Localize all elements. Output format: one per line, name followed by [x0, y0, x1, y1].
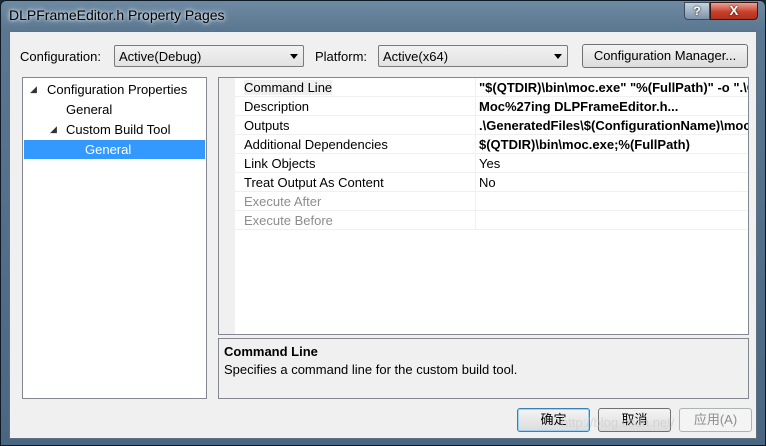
- column-divider: [475, 78, 476, 97]
- property-tree[interactable]: ◢ Configuration Properties General ◢ Cus…: [22, 77, 207, 399]
- property-row[interactable]: Execute After: [235, 192, 748, 211]
- property-name: Execute After: [244, 194, 322, 209]
- property-value[interactable]: .\GeneratedFiles\$(ConfigurationName)\mo…: [479, 118, 748, 133]
- property-name: Treat Output As Content: [244, 175, 384, 190]
- configuration-manager-button[interactable]: Configuration Manager...: [582, 44, 748, 68]
- property-value[interactable]: "$(QTDIR)\bin\moc.exe" "%(FullPath)" -o …: [479, 80, 748, 95]
- platform-label: Platform:: [315, 49, 368, 64]
- title-bar[interactable]: DLPFrameEditor.h Property Pages ? X: [1, 1, 765, 31]
- property-row[interactable]: Description Moc%27ing DLPFrameEditor.h..…: [235, 97, 748, 116]
- grid-gutter: [219, 78, 235, 334]
- tree-item-custom-build-tool[interactable]: ◢ Custom Build Tool: [23, 120, 206, 139]
- property-name: Additional Dependencies: [244, 137, 388, 152]
- property-row[interactable]: Link Objects Yes: [235, 154, 748, 173]
- property-value[interactable]: $(QTDIR)\bin\moc.exe;%(FullPath): [479, 137, 690, 152]
- tree-item-label: General: [85, 142, 132, 157]
- chevron-down-icon: [290, 54, 298, 59]
- property-row[interactable]: Execute Before: [235, 211, 748, 230]
- tree-item-configuration-properties[interactable]: ◢ Configuration Properties: [23, 80, 206, 99]
- property-grid[interactable]: Command Line "$(QTDIR)\bin\moc.exe" "%(F…: [218, 77, 749, 335]
- tree-item-label: Configuration Properties: [47, 82, 188, 97]
- column-divider: [475, 116, 476, 135]
- tree-item-label: Custom Build Tool: [66, 122, 171, 137]
- description-text: Specifies a command line for the custom …: [224, 362, 518, 377]
- property-row[interactable]: Additional Dependencies $(QTDIR)\bin\moc…: [235, 135, 748, 154]
- configuration-label: Configuration:: [20, 49, 101, 64]
- platform-dropdown[interactable]: Active(x64): [378, 45, 568, 67]
- tree-item-general[interactable]: General: [23, 100, 206, 119]
- property-value[interactable]: Yes: [479, 156, 500, 171]
- column-divider: [475, 154, 476, 173]
- property-row[interactable]: Command Line "$(QTDIR)\bin\moc.exe" "%(F…: [235, 78, 748, 97]
- property-value[interactable]: Moc%27ing DLPFrameEditor.h...: [479, 99, 678, 114]
- help-button[interactable]: ?: [684, 2, 710, 20]
- platform-value: Active(x64): [383, 49, 449, 64]
- close-button[interactable]: X: [710, 2, 758, 20]
- description-panel: Command Line Specifies a command line fo…: [218, 338, 749, 399]
- column-divider: [475, 192, 476, 211]
- chevron-down-icon: [554, 54, 562, 59]
- property-row[interactable]: Treat Output As Content No: [235, 173, 748, 192]
- property-name: Execute Before: [244, 213, 333, 228]
- window-title: DLPFrameEditor.h Property Pages: [9, 7, 225, 23]
- property-name: Command Line: [244, 80, 333, 95]
- expander-triangle-icon[interactable]: ◢: [30, 80, 37, 99]
- tree-item-label: General: [66, 102, 113, 117]
- column-divider: [475, 173, 476, 192]
- property-name: Outputs: [244, 118, 290, 133]
- apply-button[interactable]: 应用(A): [679, 408, 752, 432]
- property-name: Description: [244, 99, 310, 114]
- tree-item-custom-build-general[interactable]: General: [24, 140, 205, 159]
- description-title: Command Line: [224, 344, 318, 359]
- configuration-value: Active(Debug): [119, 49, 202, 64]
- property-pages-window: DLPFrameEditor.h Property Pages ? X Conf…: [0, 0, 766, 446]
- column-divider: [475, 97, 476, 116]
- column-divider: [475, 135, 476, 154]
- property-row[interactable]: Outputs .\GeneratedFiles\$(Configuration…: [235, 116, 748, 135]
- column-divider: [475, 211, 476, 230]
- watermark-text: http://blog.csdn.net/: [561, 415, 675, 430]
- expander-triangle-icon[interactable]: ◢: [50, 120, 57, 139]
- property-name: Link Objects: [244, 156, 316, 171]
- configuration-dropdown[interactable]: Active(Debug): [114, 45, 304, 67]
- dialog-client-area: Configuration: Active(Debug) Platform: A…: [9, 31, 757, 439]
- property-value[interactable]: No: [479, 175, 496, 190]
